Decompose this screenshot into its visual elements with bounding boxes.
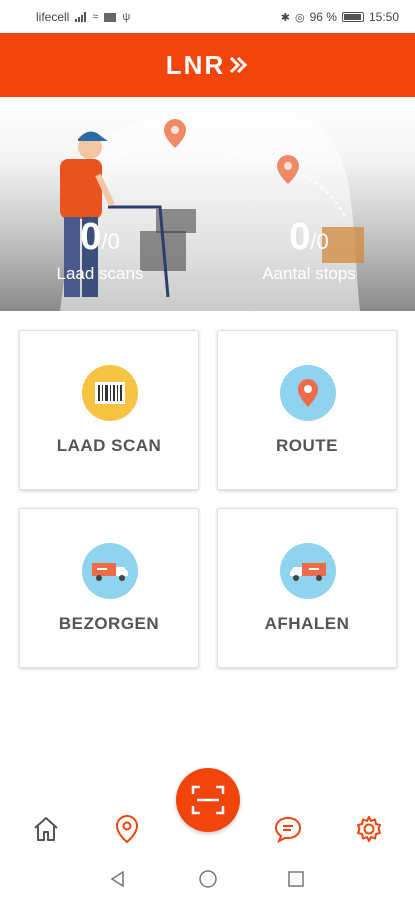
load-scans-label: Laad scans xyxy=(56,264,144,283)
location-icon[interactable] xyxy=(111,813,143,845)
stops-total: /0 xyxy=(310,229,329,254)
location-status-icon: ◎ xyxy=(295,11,305,24)
logo-text: LNR xyxy=(165,49,226,80)
tile-load-scan[interactable]: LAAD SCAN xyxy=(19,330,199,490)
app-header: LNR xyxy=(0,33,415,97)
load-scans-stat: 0/0 Laad scans xyxy=(40,217,160,284)
usb-icon: ψ xyxy=(122,11,131,23)
tile-route-label: ROUTE xyxy=(276,436,338,455)
pickup-truck-icon xyxy=(280,543,336,599)
notification-icon xyxy=(104,12,117,22)
lnr-logo: LNR xyxy=(166,50,249,81)
hero-banner: 0/0 Laad scans 0/0 Aantal stops xyxy=(0,97,415,311)
status-bar: lifecell ≈ ψ ✱ ◎ 96 % 15:50 xyxy=(0,0,415,33)
delivery-truck-icon xyxy=(82,543,138,599)
home-circle-icon[interactable] xyxy=(196,867,220,891)
wifi-icon: ≈ xyxy=(92,11,99,23)
back-icon[interactable] xyxy=(106,867,130,891)
stops-label: Aantal stops xyxy=(262,264,356,283)
tile-bezorgen-label: BEZORGEN xyxy=(58,614,160,633)
battery-icon xyxy=(341,12,364,22)
signal-icon xyxy=(75,12,87,22)
load-scans-total: /0 xyxy=(101,229,120,254)
chat-icon[interactable] xyxy=(272,813,304,845)
load-scans-count: 0 xyxy=(80,216,102,258)
carrier-name: lifecell xyxy=(36,10,70,24)
tile-load-scan-label: LAAD SCAN xyxy=(56,436,162,455)
stops-stat: 0/0 Aantal stops xyxy=(244,217,374,284)
system-nav-bar xyxy=(0,857,415,900)
battery-percent: 96 % xyxy=(309,10,337,24)
home-icon[interactable] xyxy=(30,813,62,845)
tile-afhalen[interactable]: AFHALEN xyxy=(217,508,397,668)
tile-bezorgen[interactable]: BEZORGEN xyxy=(19,508,199,668)
clock: 15:50 xyxy=(368,10,399,24)
logo-arrow-icon xyxy=(230,56,248,74)
stops-count: 0 xyxy=(289,216,311,258)
map-pin-icon xyxy=(280,365,336,421)
tile-route[interactable]: ROUTE xyxy=(217,330,397,490)
recents-icon[interactable] xyxy=(284,867,308,891)
barcode-icon xyxy=(82,365,138,421)
settings-icon[interactable] xyxy=(353,813,385,845)
scan-icon[interactable] xyxy=(176,768,240,832)
tile-afhalen-label: AFHALEN xyxy=(264,614,350,633)
bluetooth-icon: ✱ xyxy=(280,11,290,24)
